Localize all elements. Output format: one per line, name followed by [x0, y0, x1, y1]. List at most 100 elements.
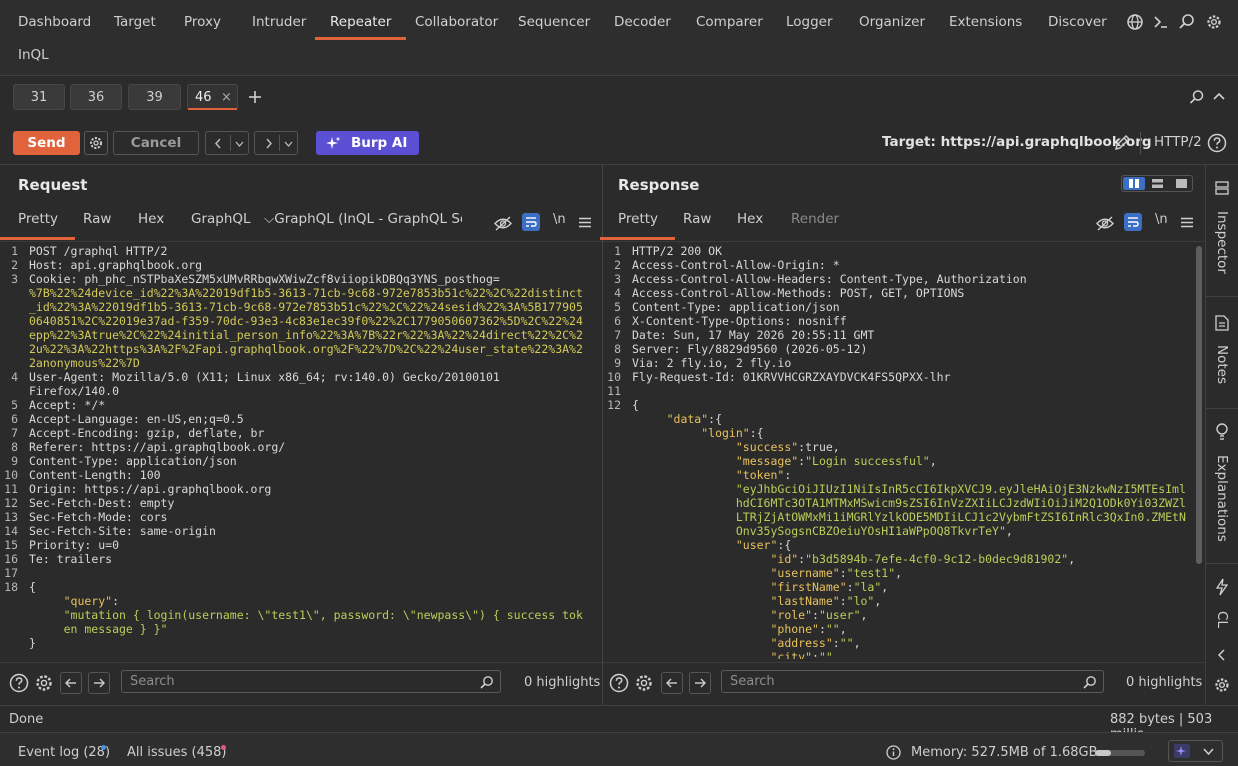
response-editor[interactable]: 1 HTTP/2 200 OK 2 Access-Control-Allow-Orig…	[603, 241, 1205, 659]
layout-side-by-side-button[interactable]	[1123, 177, 1145, 190]
http-version-label[interactable]: HTTP/2	[1154, 134, 1202, 150]
response-tab-raw[interactable]: Raw	[683, 211, 711, 227]
send-settings-button[interactable]	[84, 131, 108, 155]
nav-tab-logger[interactable]: Logger	[786, 0, 833, 40]
request-tab-raw[interactable]: Raw	[83, 211, 111, 227]
terminal-icon[interactable]	[1152, 13, 1170, 31]
repeater-tab-39[interactable]: 39	[128, 84, 181, 110]
nav-tab-repeater[interactable]: Repeater	[314, 0, 407, 40]
search-prev-button[interactable]	[60, 672, 82, 694]
request-search-input[interactable]	[130, 671, 430, 692]
code-text: _id%22%3A%22019df1b5-3613-71cb-9c68-972e…	[29, 300, 583, 314]
request-search-field[interactable]	[121, 670, 501, 693]
line-number: 9	[11, 454, 18, 468]
newline-toggle-icon[interactable]: \n	[553, 212, 566, 227]
menu-icon[interactable]	[579, 217, 591, 228]
repeater-tab-36[interactable]: 36	[70, 84, 122, 110]
rows-icon[interactable]	[1152, 179, 1163, 188]
request-title: Request	[18, 176, 88, 194]
request-tab-hex[interactable]: Hex	[138, 211, 164, 227]
burp-ai-button[interactable]: Burp AI	[316, 131, 419, 155]
request-editor[interactable]: 1 POST /graphql HTTP/2 2 Host: api.graphqlb…	[0, 241, 602, 659]
chevron-down-icon	[284, 141, 293, 147]
code-text: "success":true,	[632, 440, 840, 454]
nav-tab-comparer[interactable]: Comparer	[696, 0, 763, 40]
status-bar: Done 882 bytes | 503 millis	[0, 705, 1238, 742]
code-text: 0640851%2C%22019e37ad-f359-70dc-93e3-4c8…	[29, 314, 583, 328]
ai-menu-button[interactable]	[1168, 740, 1223, 762]
menu-icon[interactable]	[1181, 217, 1193, 228]
chevron-up-icon[interactable]	[1213, 91, 1225, 101]
line-number: 8	[614, 342, 621, 356]
edit-target-pencil-icon[interactable]	[1113, 133, 1132, 152]
response-search-field[interactable]	[721, 670, 1104, 693]
request-tab-inql[interactable]: ⌵GraphQL (InQL - GraphQL Sc...	[264, 211, 462, 227]
sidebar-inspector[interactable]: Inspector	[1214, 211, 1230, 274]
send-button[interactable]: Send	[13, 131, 80, 155]
globe-icon[interactable]	[1126, 13, 1144, 31]
sidebar-notes[interactable]: Notes	[1214, 345, 1230, 384]
response-scrollbar[interactable]	[1196, 246, 1202, 564]
settings-gear-icon[interactable]	[1205, 13, 1223, 31]
cancel-button[interactable]: Cancel	[113, 131, 199, 155]
response-tab-pretty[interactable]: Pretty	[599, 211, 676, 240]
newline-toggle-icon[interactable]: \n	[1155, 212, 1168, 227]
close-icon[interactable]: ×	[221, 85, 232, 111]
code-text: Fly-Request-Id: 01KRVVHCGRZXAYDVCK4FS5QP…	[632, 370, 951, 384]
tab-search-icon[interactable]	[1189, 89, 1205, 105]
code-text: "username":"test1",	[632, 566, 903, 580]
request-toolbar: Send Cancel Burp AI Target: https://api.…	[0, 120, 1238, 165]
code-text: hdCI6MTc3OTA1MTMxMSwicm9sZSI6InVzZXIiLCJ…	[632, 496, 1186, 510]
search-prev-button[interactable]	[661, 672, 683, 694]
nav-tab-target[interactable]: Target	[114, 0, 156, 40]
request-highlights-count: 0 highlights	[524, 675, 601, 690]
add-tab-icon[interactable]	[248, 90, 262, 104]
response-pane: Response Pretty Raw Hex Render \n 1 HTTP/…	[599, 165, 1205, 705]
hide-eye-icon[interactable]	[1096, 216, 1114, 231]
nav-tab-discover[interactable]: Discover	[1048, 0, 1107, 40]
history-back-button[interactable]	[205, 131, 249, 155]
help-icon[interactable]	[609, 673, 629, 693]
nav-tab-decoder[interactable]: Decoder	[614, 0, 671, 40]
sidebar-cl[interactable]: CL	[1214, 611, 1230, 628]
repeater-tab-46[interactable]: 46 ×	[187, 84, 238, 110]
nav-tab-proxy[interactable]: Proxy	[184, 0, 221, 40]
response-tab-render[interactable]: Render	[791, 211, 839, 227]
gear-icon[interactable]	[34, 673, 54, 693]
code-text: Firefox/140.0	[29, 384, 120, 398]
nav-tab-extensions[interactable]: Extensions	[949, 0, 1022, 40]
line-number: 12	[607, 398, 621, 412]
wrap-toggle-button[interactable]	[522, 213, 540, 231]
single-pane-icon[interactable]	[1176, 179, 1187, 188]
code-text: Cookie: ph_phc_nSTPbaXeSZM5xUMvRRbqwXWiw…	[29, 272, 500, 286]
request-tab-pretty[interactable]: Pretty	[0, 211, 76, 240]
repeater-tab-31[interactable]: 31	[13, 84, 65, 110]
request-tab-graphql[interactable]: GraphQL	[191, 211, 251, 227]
history-forward-button[interactable]	[254, 131, 298, 155]
help-icon[interactable]	[1207, 133, 1227, 153]
lightbulb-icon	[1216, 423, 1228, 440]
all-issues-link[interactable]: All issues (458)	[127, 745, 227, 760]
nav-tab-sequencer[interactable]: Sequencer	[518, 0, 590, 40]
nav-tab-inql[interactable]: InQL	[18, 47, 49, 63]
nav-tab-intruder[interactable]: Intruder	[252, 0, 306, 40]
nav-tab-dashboard[interactable]: Dashboard	[18, 0, 91, 40]
chevron-down-icon	[1203, 748, 1214, 755]
nav-tab-organizer[interactable]: Organizer	[859, 0, 925, 40]
code-text: Content-Type: application/json	[632, 300, 840, 314]
wrap-toggle-button[interactable]	[1124, 213, 1142, 231]
search-next-button[interactable]	[689, 672, 711, 694]
chevron-left-icon[interactable]	[1217, 649, 1226, 661]
search-icon[interactable]	[1178, 13, 1196, 31]
help-icon[interactable]	[9, 673, 29, 693]
response-search-input[interactable]	[730, 671, 1030, 692]
search-next-button[interactable]	[88, 672, 110, 694]
response-tab-hex[interactable]: Hex	[737, 211, 763, 227]
gear-icon[interactable]	[634, 673, 654, 693]
sidebar-explanations[interactable]: Explanations	[1214, 455, 1230, 542]
gear-icon[interactable]	[1213, 676, 1231, 694]
hide-eye-icon[interactable]	[494, 216, 512, 231]
nav-tab-collaborator[interactable]: Collaborator	[415, 0, 498, 40]
code-text: %7B%22%24device_id%22%3A%22019df1b5-3613…	[29, 286, 583, 300]
event-log-link[interactable]: Event log (28)	[18, 745, 110, 760]
